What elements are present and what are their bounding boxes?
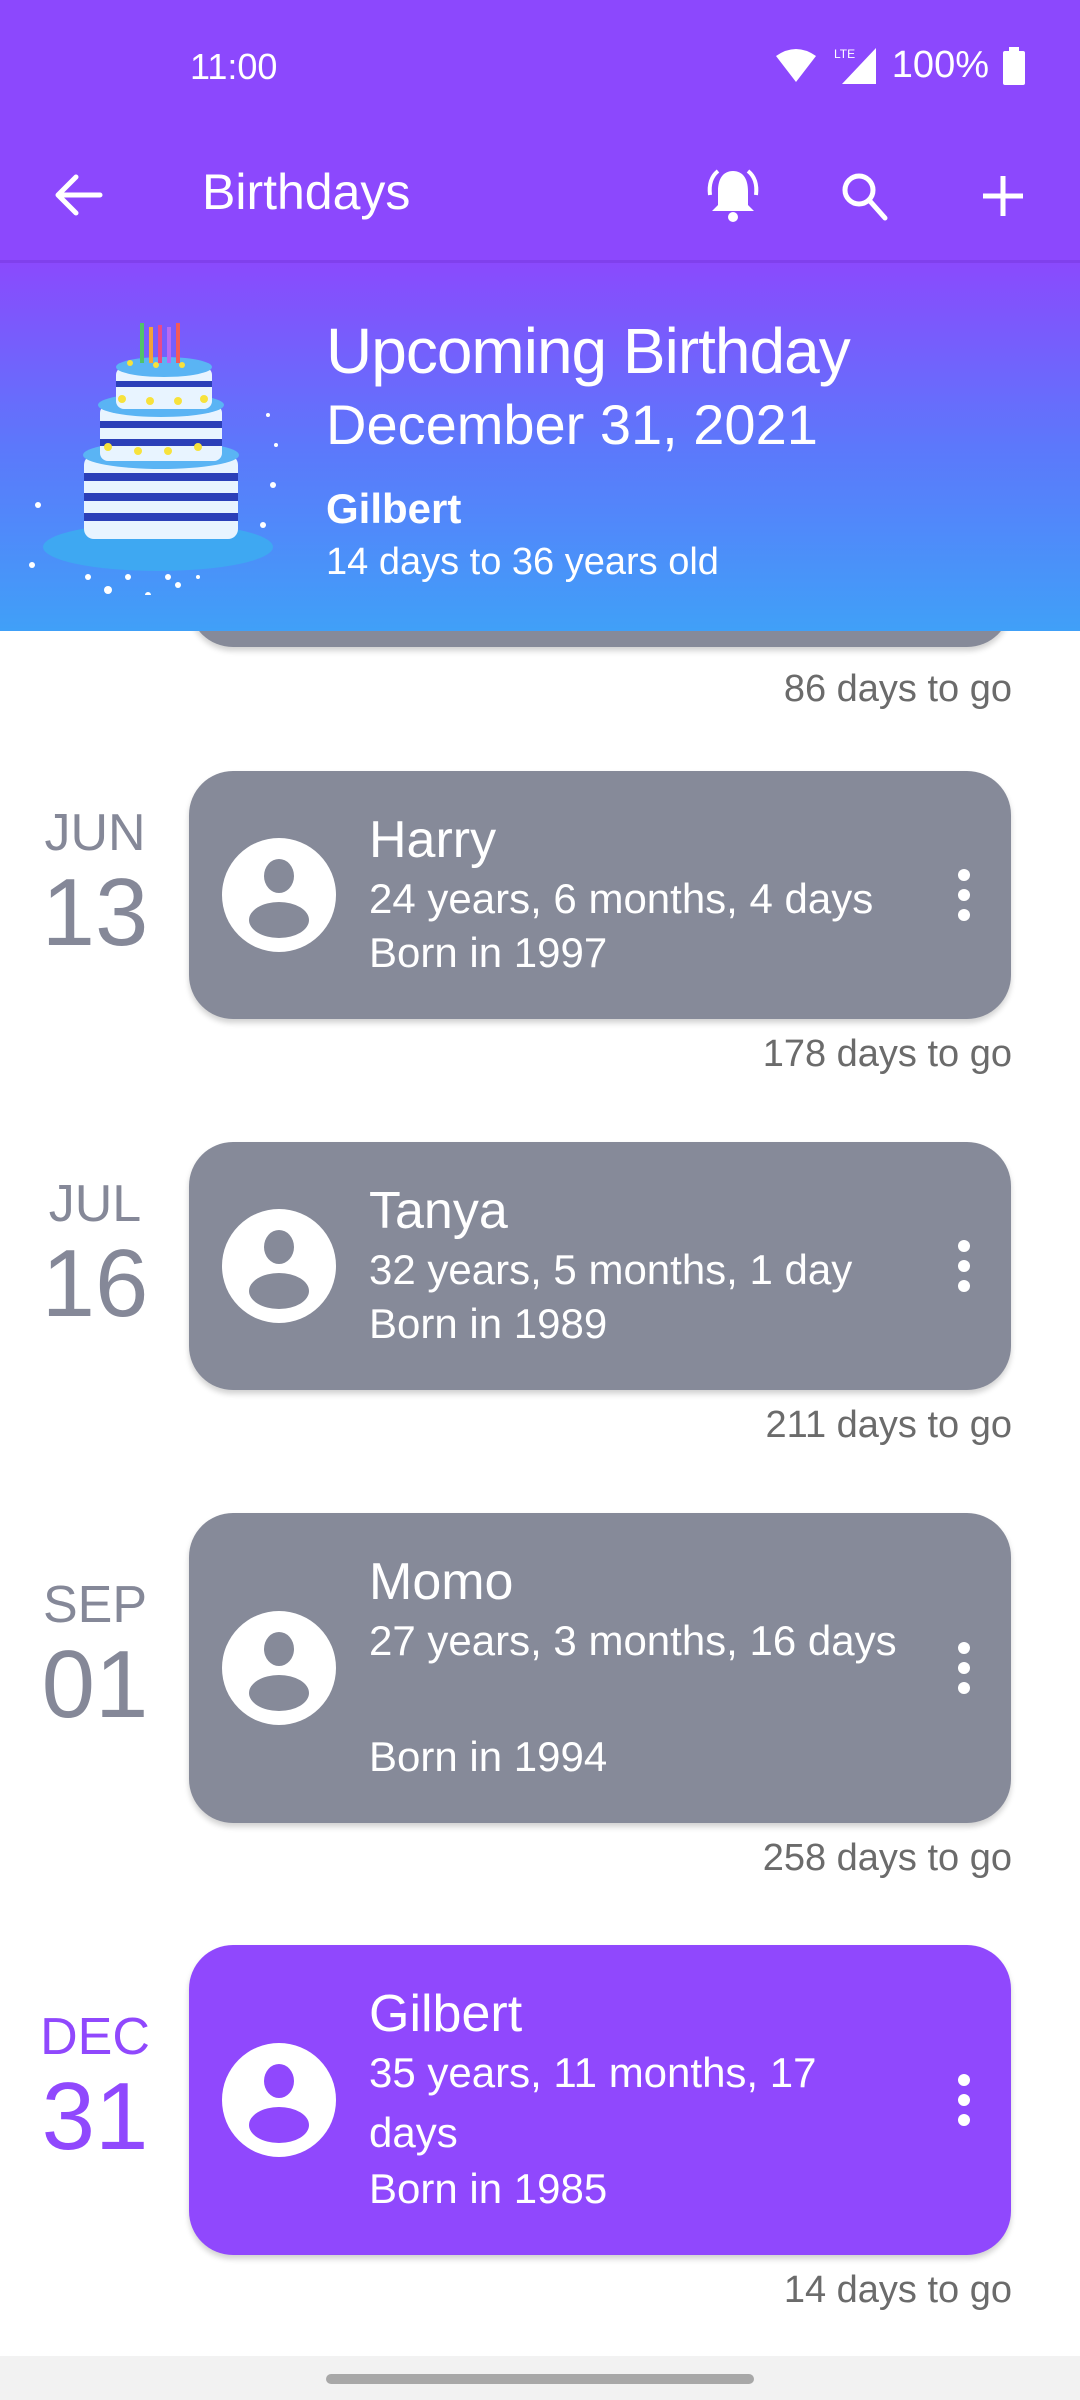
birthday-card[interactable]: Tanya 32 years, 5 months, 1 day Born in …: [189, 1142, 1011, 1390]
search-icon: [842, 173, 888, 221]
person-born: Born in 1985: [369, 2165, 608, 2212]
days-to-go: 86 days to go: [783, 668, 1012, 710]
birthday-day: 16: [41, 1230, 149, 1337]
person-name: Momo: [369, 1553, 514, 1611]
status-bar: 11:00 LTE 100%: [0, 0, 1080, 135]
navigation-bar: [0, 2356, 1080, 2400]
birthday-card[interactable]: Harry 24 years, 6 months, 4 days Born in…: [189, 771, 1011, 1019]
person-name: Gilbert: [369, 1985, 523, 2043]
person-age: 27 years, 3 months, 16 days: [369, 1617, 897, 1664]
birthday-month: JUN: [44, 804, 146, 862]
search-button[interactable]: [832, 163, 898, 229]
banner-name: Gilbert: [326, 485, 462, 532]
status-time: 11:00: [190, 46, 278, 87]
birthday-list[interactable]: 86 days to go JUN 13 Harry 24 years, 6 m…: [0, 631, 1080, 2356]
birthday-card[interactable]: Gilbert 35 years, 11 months, 17 days Bor…: [189, 1945, 1011, 2255]
avatar-icon: [222, 1209, 336, 1323]
person-born: Born in 1994: [369, 1733, 608, 1780]
days-to-go: 258 days to go: [762, 1837, 1012, 1879]
birthday-date: JUL 16: [0, 1174, 190, 1334]
more-options-icon[interactable]: [949, 2070, 979, 2130]
person-born: Born in 1989: [369, 1300, 608, 1347]
person-name: Tanya: [369, 1182, 508, 1240]
back-button[interactable]: [50, 165, 110, 225]
person-age: 35 years, 11 months, 17 days: [369, 2049, 817, 2156]
more-options-icon[interactable]: [949, 1638, 979, 1698]
person-born: Born in 1997: [369, 929, 608, 976]
app-bar: Birthdays: [0, 135, 1080, 263]
birthday-day: 01: [41, 1631, 149, 1738]
status-icons: LTE 100%: [774, 44, 1025, 87]
birthday-month: DEC: [40, 2008, 150, 2066]
birthday-date: JUN 13: [0, 803, 190, 963]
birthday-cake-icon: [29, 323, 278, 595]
birthday-date: SEP 01: [0, 1575, 190, 1735]
upcoming-birthday-banner[interactable]: Upcoming Birthday December 31, 2021 Gilb…: [0, 263, 1080, 631]
svg-text:LTE: LTE: [834, 47, 855, 61]
alarm-bell-icon: [707, 169, 759, 222]
battery-icon: [1003, 46, 1025, 85]
days-to-go: 178 days to go: [762, 1033, 1012, 1075]
person-age: 32 years, 5 months, 1 day: [369, 1246, 853, 1293]
back-arrow-icon: [55, 174, 103, 216]
page-title: Birthdays: [202, 164, 411, 220]
birthday-day: 31: [41, 2063, 149, 2170]
avatar-icon: [222, 838, 336, 952]
battery-percent: 100%: [891, 44, 989, 86]
add-button[interactable]: [970, 163, 1036, 229]
alarm-button[interactable]: [700, 163, 766, 229]
birthday-day: 13: [41, 859, 149, 966]
lte-signal-icon: LTE: [834, 47, 876, 84]
person-name: Harry: [369, 811, 497, 869]
more-options-icon[interactable]: [949, 1236, 979, 1296]
birthday-card[interactable]: [189, 631, 1011, 647]
wifi-icon: [775, 48, 816, 82]
days-to-go: 211 days to go: [765, 1404, 1012, 1446]
days-to-go: 14 days to go: [783, 2269, 1012, 2311]
birthday-date: DEC 31: [0, 2007, 190, 2167]
banner-subtitle: 14 days to 36 years old: [326, 541, 719, 583]
avatar-icon: [222, 2043, 336, 2157]
birthday-card[interactable]: Momo 27 years, 3 months, 16 days Born in…: [189, 1513, 1011, 1823]
birthday-month: SEP: [42, 1576, 148, 1634]
birthday-month: JUL: [48, 1175, 142, 1233]
avatar-icon: [222, 1611, 336, 1725]
banner-date: December 31, 2021: [326, 393, 818, 456]
banner-title: Upcoming Birthday: [326, 315, 851, 387]
home-gesture-handle[interactable]: [326, 2374, 754, 2384]
person-age: 24 years, 6 months, 4 days: [369, 875, 874, 922]
add-icon: [983, 176, 1023, 216]
more-options-icon[interactable]: [949, 865, 979, 925]
